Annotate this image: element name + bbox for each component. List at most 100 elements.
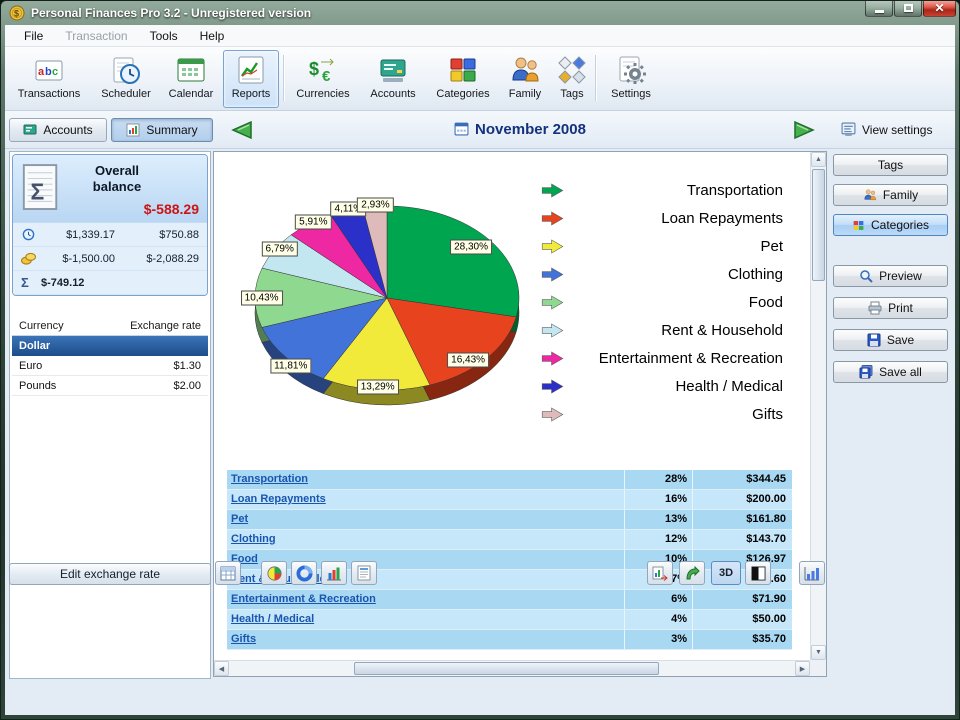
overall-balance-panel: Σ Overall balance $-588.29 $1,339.17 $75… — [12, 154, 208, 296]
category-link[interactable]: Gifts — [227, 630, 624, 649]
toolbar-transactions[interactable]: abc Transactions — [7, 50, 91, 108]
legend-arrow-icon — [541, 182, 564, 198]
accounts-view-button[interactable]: Accounts — [9, 118, 107, 142]
floppy-icon — [867, 333, 881, 347]
svg-text:€: € — [322, 68, 331, 85]
category-link[interactable]: Loan Repayments — [227, 490, 624, 509]
category-percent: 12% — [624, 530, 692, 549]
menu-help[interactable]: Help — [191, 27, 234, 45]
next-month-button[interactable] — [791, 118, 821, 142]
legend-item: Gifts — [539, 400, 789, 428]
table-row[interactable]: Clothing 12% $143.70 — [227, 530, 792, 550]
category-percent: 16% — [624, 490, 692, 509]
table-row[interactable]: Pet 13% $161.80 — [227, 510, 792, 530]
clock-icon — [22, 228, 35, 241]
category-link[interactable]: Clothing — [227, 530, 624, 549]
table-row[interactable]: Gifts 3% $35.70 — [227, 630, 792, 650]
view-settings[interactable]: View settings — [841, 122, 932, 137]
threed-toggle-button[interactable]: 3D — [711, 561, 741, 585]
toolbar-reports[interactable]: Reports — [223, 50, 279, 108]
chart-type-button[interactable] — [799, 561, 825, 585]
toolbar-accounts[interactable]: Accounts — [361, 50, 425, 108]
categories-report-button[interactable]: Categories — [833, 214, 948, 236]
summary-view-label: Summary — [146, 123, 198, 137]
horizontal-scroll-thumb[interactable] — [354, 662, 659, 675]
scroll-left-button[interactable]: ◀ — [214, 661, 229, 676]
edit-exchange-rate-button[interactable]: Edit exchange rate — [9, 563, 211, 585]
pie-chart-view-button[interactable] — [261, 561, 287, 585]
legend-arrow-icon — [541, 210, 564, 226]
currency-row-dollar[interactable]: Dollar — [12, 336, 208, 356]
minimize-button[interactable] — [865, 1, 893, 17]
toolbar-settings[interactable]: Settings — [601, 50, 661, 108]
legend-item: Entertainment & Recreation — [539, 344, 789, 372]
category-link[interactable]: Pet — [227, 510, 624, 529]
category-percent: 13% — [624, 510, 692, 529]
svg-text:a: a — [38, 66, 45, 78]
balance-title: Overall balance — [92, 163, 142, 194]
menu-file[interactable]: File — [15, 27, 52, 45]
report-list-view-button[interactable] — [351, 561, 377, 585]
toolbar-family[interactable]: Family — [499, 50, 551, 108]
chart-legend: Transportation Loan Repayments Pet Cloth… — [539, 176, 789, 428]
save-all-button[interactable]: Save all — [833, 361, 948, 383]
app-window: $ Personal Finances Pro 3.2 - Unregister… — [0, 0, 960, 720]
toolbar-scheduler[interactable]: Scheduler — [93, 50, 159, 108]
donut-chart-view-button[interactable] — [291, 561, 317, 585]
balance-value: $-1,500.00 — [62, 252, 115, 265]
save-button[interactable]: Save — [833, 329, 948, 351]
legend-item: Rent & Household — [539, 316, 789, 344]
family-report-button[interactable]: Family — [833, 184, 948, 206]
category-amount: $35.70 — [692, 630, 792, 649]
toolbar-tags[interactable]: Tags — [553, 50, 591, 108]
table-row[interactable]: Loan Repayments 16% $200.00 — [227, 490, 792, 510]
table-row[interactable]: Transportation 28% $344.45 — [227, 470, 792, 490]
category-link[interactable]: Entertainment & Recreation — [227, 590, 624, 609]
toolbar-categories[interactable]: Categories — [429, 50, 497, 108]
category-link[interactable]: Transportation — [227, 470, 624, 489]
refresh-chart-button[interactable] — [679, 561, 705, 585]
legend-arrow-icon — [541, 322, 564, 338]
title-bar[interactable]: $ Personal Finances Pro 3.2 - Unregister… — [1, 1, 959, 25]
table-row[interactable]: Entertainment & Recreation 6% $71.90 — [227, 590, 792, 610]
report-chart-panel: 28,30% 16,43% 13,29% 11,81% 10,43% 6,79%… — [213, 151, 827, 677]
vertical-scroll-thumb[interactable] — [812, 169, 825, 281]
chart-export-icon — [652, 566, 668, 581]
currency-row-pounds[interactable]: Pounds $2.00 — [12, 376, 208, 396]
bar-chart-view-button[interactable] — [321, 561, 347, 585]
currency-column-header: Currency — [19, 319, 64, 332]
toolbar-calendar[interactable]: Calendar — [161, 50, 221, 108]
scroll-down-button[interactable]: ▼ — [811, 645, 826, 660]
menu-transaction: Transaction — [65, 28, 128, 43]
horizontal-scrollbar[interactable]: ◀ ▶ — [214, 660, 810, 676]
preview-button[interactable]: Preview — [833, 265, 948, 287]
table-view-button[interactable] — [215, 561, 241, 585]
category-report-table: Transportation 28% $344.45 Loan Repayments… — [227, 470, 792, 650]
tags-report-button[interactable]: Tags — [833, 154, 948, 176]
currency-row-euro[interactable]: Euro $1.30 — [12, 356, 208, 376]
category-amount: $200.00 — [692, 490, 792, 509]
table-row[interactable]: Health / Medical 4% $50.00 — [227, 610, 792, 630]
toolbar-currencies[interactable]: $ € Currencies — [289, 50, 357, 108]
settings-icon — [619, 56, 646, 84]
maximize-button[interactable] — [894, 1, 922, 17]
categories-icon — [450, 58, 476, 82]
contrast-icon — [750, 565, 766, 581]
category-amount: $344.45 — [692, 470, 792, 489]
scroll-up-button[interactable]: ▲ — [811, 152, 826, 167]
close-button[interactable]: ✕ — [923, 1, 956, 17]
menu-tools[interactable]: Tools — [141, 27, 187, 45]
mini-columns-icon — [804, 566, 819, 580]
chart-export-button[interactable] — [647, 561, 673, 585]
contrast-toggle-button[interactable] — [745, 561, 771, 585]
period-header: November 2008 — [213, 121, 827, 138]
summary-sheet-icon: Σ — [22, 164, 58, 210]
categories-small-icon — [853, 220, 864, 230]
pie-chart-icon — [266, 565, 282, 581]
report-page-icon — [357, 565, 371, 581]
report-toolbar: Accounts Summary November 2008 View sett… — [5, 111, 955, 149]
summary-view-button[interactable]: Summary — [111, 118, 213, 142]
print-button[interactable]: Print — [833, 297, 948, 319]
category-link[interactable]: Health / Medical — [227, 610, 624, 629]
scroll-right-button[interactable]: ▶ — [795, 661, 810, 676]
